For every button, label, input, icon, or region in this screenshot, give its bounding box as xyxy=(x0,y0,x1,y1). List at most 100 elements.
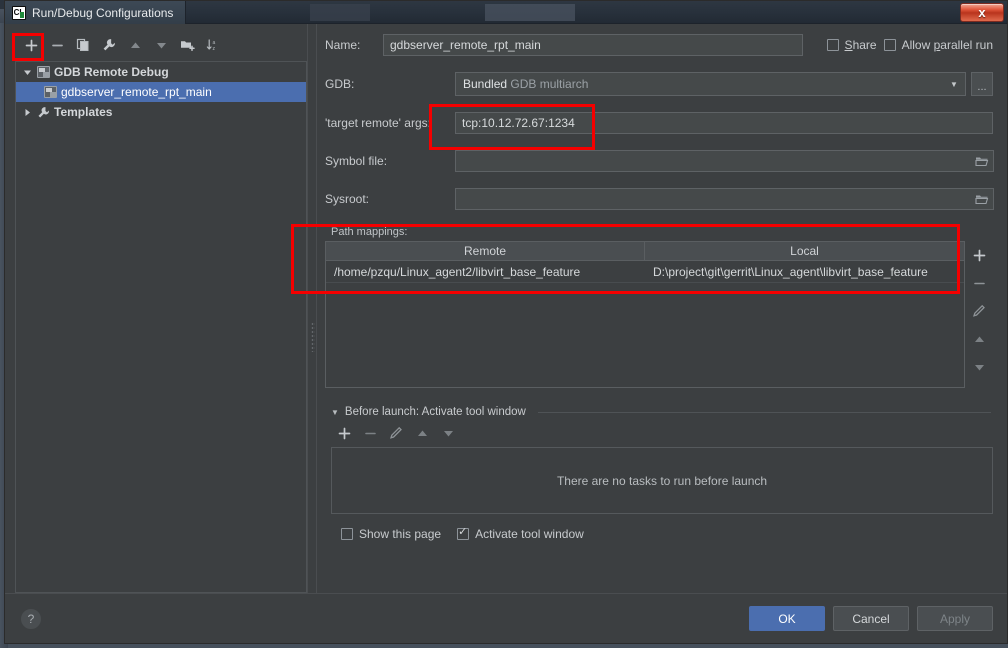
add-path-mapping-button[interactable] xyxy=(968,245,990,265)
window-title-tab: CL Run/Debug Configurations xyxy=(5,1,187,24)
configurations-panel: a z GDB Remote Debug gdbserver_remote_rp… xyxy=(5,24,307,593)
name-row-checkboxes: Share Allow parallel run xyxy=(826,38,993,52)
dialog-body: a z GDB Remote Debug gdbserver_remote_rp… xyxy=(5,24,1007,593)
wrench-icon[interactable] xyxy=(97,34,121,56)
chevron-down-icon[interactable]: ▼ xyxy=(331,408,339,417)
move-up-button[interactable] xyxy=(123,34,147,56)
show-this-page-checkbox-box[interactable] xyxy=(341,528,353,540)
before-launch-header[interactable]: ▼ Before launch: Activate tool window xyxy=(331,406,993,418)
show-this-page-label: Show this page xyxy=(359,527,442,541)
remove-task-button[interactable] xyxy=(359,423,381,443)
activate-tool-window-checkbox[interactable]: Activate tool window xyxy=(457,526,584,541)
move-path-mapping-up-button[interactable] xyxy=(968,329,990,349)
gdb-select[interactable]: Bundled GDB multiarch ▼ xyxy=(455,72,966,96)
before-launch-options: Show this page Activate tool window xyxy=(341,526,993,541)
sysroot-label: Sysroot: xyxy=(325,192,370,206)
chevron-down-icon[interactable] xyxy=(22,67,33,78)
share-checkbox-box[interactable] xyxy=(826,39,839,51)
remove-path-mapping-button[interactable] xyxy=(968,273,990,293)
name-input[interactable]: gdbserver_remote_rpt_main xyxy=(383,34,803,56)
close-icon: x xyxy=(978,5,986,20)
allow-parallel-run-checkbox-box[interactable] xyxy=(883,39,896,51)
tree-item-templates[interactable]: Templates xyxy=(16,102,306,122)
add-task-button[interactable] xyxy=(333,423,355,443)
edit-path-mapping-button[interactable] xyxy=(968,301,990,321)
configuration-editor-panel: Name: gdbserver_remote_rpt_main Share Al… xyxy=(317,24,1007,593)
run-debug-configurations-dialog: CL Run/Debug Configurations x a z GDB Re… xyxy=(4,0,1008,644)
name-row: Name: gdbserver_remote_rpt_main Share Al… xyxy=(325,34,993,56)
close-window-button[interactable]: x xyxy=(960,3,1004,22)
add-configuration-button[interactable] xyxy=(19,34,43,56)
cancel-button[interactable]: Cancel xyxy=(833,606,909,631)
cell-remote: /home/pzqu/Linux_agent2/libvirt_base_fea… xyxy=(334,264,581,279)
before-launch-task-list[interactable]: There are no tasks to run before launch xyxy=(331,447,993,514)
before-launch-divider xyxy=(537,411,991,413)
before-launch-toolbar xyxy=(333,423,993,443)
tree-item-gdb-remote-debug[interactable]: GDB Remote Debug xyxy=(16,62,306,82)
before-launch-empty-text: There are no tasks to run before launch xyxy=(556,473,768,488)
symbol-file-browse-icon[interactable] xyxy=(971,150,993,172)
gdb-select-value: Bundled GDB multiarch xyxy=(463,77,589,91)
before-launch-title: Before launch: Activate tool window xyxy=(344,406,526,418)
path-mappings-side-toolbar xyxy=(965,241,993,388)
app-icon-label: CL xyxy=(13,7,25,17)
show-this-page-checkbox[interactable]: Show this page xyxy=(341,527,441,541)
panel-splitter[interactable] xyxy=(307,24,317,593)
move-down-button[interactable] xyxy=(149,34,173,56)
column-header-remote[interactable]: Remote xyxy=(326,242,645,260)
title-bar-ghost-2 xyxy=(485,4,575,21)
title-bar-ghost-1 xyxy=(310,4,370,21)
activate-tool-window-checkbox-box[interactable] xyxy=(457,526,470,540)
sysroot-browse-icon[interactable] xyxy=(971,188,993,210)
gdb-label: GDB: xyxy=(325,77,355,91)
column-header-local[interactable]: Local xyxy=(645,242,964,260)
symbol-file-label: Symbol file: xyxy=(325,154,388,168)
cell-local: D:\project\git\gerrit\Linux_agent\libvir… xyxy=(653,264,928,279)
move-task-down-button[interactable] xyxy=(437,423,459,443)
path-mappings-header: Remote Local xyxy=(326,242,964,261)
copy-configuration-button[interactable] xyxy=(71,34,95,56)
move-task-up-button[interactable] xyxy=(411,423,433,443)
footer-buttons: OK Cancel Apply xyxy=(749,606,993,631)
chevron-down-icon[interactable]: ▼ xyxy=(947,80,961,89)
sort-az-icon[interactable]: a z xyxy=(201,34,225,56)
title-bar: CL Run/Debug Configurations x xyxy=(5,1,1007,24)
target-remote-args-label: 'target remote' args: xyxy=(325,116,431,130)
configurations-toolbar: a z xyxy=(15,32,307,58)
name-label: Name: xyxy=(325,38,361,52)
tree-item-gdbserver-remote-rpt-main[interactable]: gdbserver_remote_rpt_main xyxy=(16,82,306,102)
configurations-tree[interactable]: GDB Remote Debug gdbserver_remote_rpt_ma… xyxy=(15,61,307,593)
table-row[interactable]: /home/pzqu/Linux_agent2/libvirt_base_fea… xyxy=(326,261,964,283)
help-button[interactable]: ? xyxy=(21,608,41,629)
activate-tool-window-label: Activate tool window xyxy=(475,527,584,541)
path-mappings-label: Path mappings: xyxy=(331,226,408,238)
ok-button[interactable]: OK xyxy=(749,606,825,631)
sysroot-input[interactable] xyxy=(455,188,994,210)
tree-item-label: gdbserver_remote_rpt_main xyxy=(61,85,212,99)
path-mappings-section: Remote Local /home/pzqu/Linux_agent2/lib… xyxy=(325,241,993,388)
apply-button[interactable]: Apply xyxy=(917,606,993,631)
svg-text:z: z xyxy=(213,46,216,52)
share-label-rest: hare xyxy=(852,38,877,52)
remove-configuration-button[interactable] xyxy=(45,34,69,56)
chevron-right-icon[interactable] xyxy=(22,107,33,118)
allow-parallel-run-label: Allow parallel run xyxy=(901,38,993,52)
share-label: Share xyxy=(844,38,877,52)
path-mappings-table[interactable]: Remote Local /home/pzqu/Linux_agent2/lib… xyxy=(325,241,965,388)
target-remote-args-row: 'target remote' args: tcp:10.12.72.67:12… xyxy=(325,112,993,134)
clion-app-icon: CL xyxy=(12,5,26,20)
folder-add-icon[interactable] xyxy=(175,34,199,56)
share-checkbox[interactable]: Share xyxy=(826,38,877,52)
configuration-icon xyxy=(44,86,57,98)
window-title: Run/Debug Configurations xyxy=(32,5,174,20)
move-path-mapping-down-button[interactable] xyxy=(968,357,990,377)
target-remote-args-input[interactable]: tcp:10.12.72.67:1234 xyxy=(455,112,993,134)
edit-task-button[interactable] xyxy=(385,423,407,443)
symbol-file-input[interactable] xyxy=(455,150,994,172)
gdb-row: GDB: Bundled GDB multiarch ▼ ... xyxy=(325,72,993,96)
allow-parallel-run-checkbox[interactable]: Allow parallel run xyxy=(883,38,993,52)
sysroot-row: Sysroot: xyxy=(325,188,994,210)
splitter-grip xyxy=(311,322,315,352)
gdb-browse-button[interactable]: ... xyxy=(971,72,993,96)
templates-wrench-icon xyxy=(37,106,50,119)
